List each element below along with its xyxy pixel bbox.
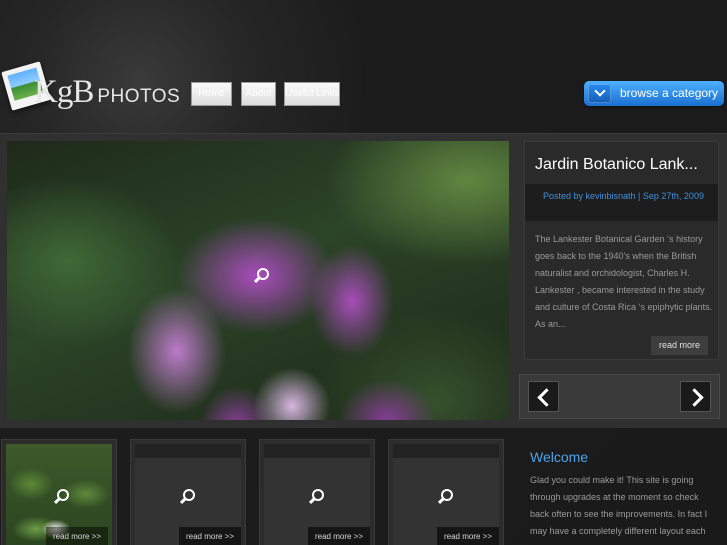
chevron-down-icon xyxy=(588,84,611,103)
browse-category-label: browse a category xyxy=(620,86,719,100)
thumbnail-read-more[interactable]: read more >> xyxy=(308,527,370,545)
magnifier-icon[interactable] xyxy=(183,489,195,501)
arrow-left-icon[interactable] xyxy=(528,381,559,412)
thumbnail-card[interactable]: read more >> xyxy=(1,439,117,545)
thumbnail-card[interactable]: read more >> xyxy=(388,439,504,545)
browse-category-button[interactable]: browse a category xyxy=(584,81,724,106)
read-more-button[interactable]: read more xyxy=(651,336,708,355)
nav-about[interactable]: About xyxy=(241,82,276,106)
post-meta-text[interactable]: Posted by kevinbisnath | Sep 27th, 2009 xyxy=(543,188,713,204)
arrow-right-icon[interactable] xyxy=(680,381,711,412)
thumbnail-card[interactable]: read more >> xyxy=(130,439,246,545)
site-logo[interactable]: KgB PHOTOS xyxy=(1,61,180,118)
slider-controls xyxy=(519,374,720,419)
post-meta-bar: Posted by kevinbisnath | Sep 27th, 2009 xyxy=(525,184,718,221)
nav-useful-links[interactable]: Useful Links xyxy=(284,82,340,106)
header: KgB PHOTOS Home About Useful Links browse… xyxy=(0,0,727,133)
magnifier-icon[interactable] xyxy=(57,489,69,501)
thumbnail-read-more[interactable]: read more >> xyxy=(46,527,108,545)
post-excerpt: The Lankester Botanical Garden ‘s histor… xyxy=(535,234,713,329)
welcome-text: Glad you could make it! This site is goi… xyxy=(530,475,708,536)
magnifier-icon[interactable] xyxy=(441,489,453,501)
page: KgB PHOTOS Home About Useful Links browse… xyxy=(0,0,727,545)
logo-photos-text: PHOTOS xyxy=(97,86,181,107)
magnifier-icon[interactable] xyxy=(312,489,324,501)
magnifier-icon[interactable] xyxy=(257,268,269,280)
featured-post-panel: Jardin Botanico Lank... Posted by kevinb… xyxy=(524,141,719,360)
featured-post-title[interactable]: Jardin Botanico Lank... xyxy=(535,156,715,174)
thumbnail-card[interactable]: read more >> xyxy=(259,439,375,545)
logo-kgb-text: KgB xyxy=(34,74,94,110)
welcome-title: Welcome xyxy=(530,449,589,465)
thumbnail-read-more[interactable]: read more >> xyxy=(179,527,241,545)
nav-home[interactable]: Home xyxy=(191,82,232,106)
featured-image[interactable] xyxy=(7,141,509,420)
thumbnail-read-more[interactable]: read more >> xyxy=(437,527,499,545)
